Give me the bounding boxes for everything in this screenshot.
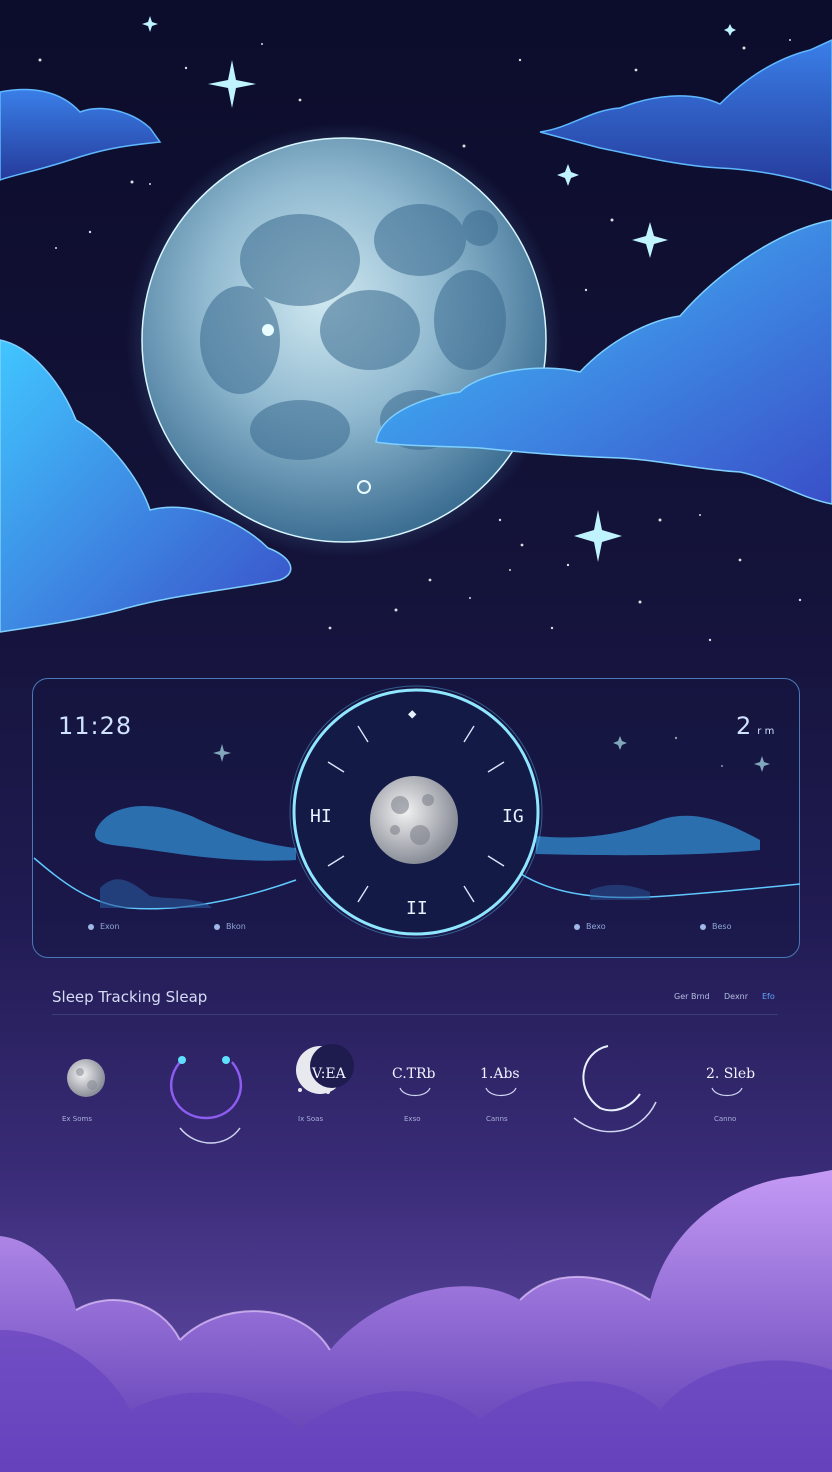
stat-value: V:EA: [312, 1066, 346, 1082]
stat-label: Exso: [404, 1115, 421, 1123]
stat-value: 1.Abs: [480, 1066, 520, 1082]
stats-icons: [67, 1044, 743, 1144]
stat-label: Ex Soms: [62, 1115, 92, 1123]
stat-value: 2. Sleb: [706, 1066, 756, 1082]
arc-icon: [711, 1087, 743, 1097]
sleep-cycle-ring-icon: [169, 1056, 243, 1144]
arc-icon: [485, 1087, 517, 1097]
moon-phase-full-icon: [67, 1059, 105, 1097]
stat-label: Canns: [486, 1115, 508, 1123]
stat-value: C.TRb: [392, 1066, 436, 1082]
stat-label: Ix Soas: [298, 1115, 324, 1123]
arc-icon: [399, 1087, 431, 1097]
stat-label: Canno: [714, 1115, 737, 1123]
progress-arc-icon: [573, 1045, 657, 1133]
